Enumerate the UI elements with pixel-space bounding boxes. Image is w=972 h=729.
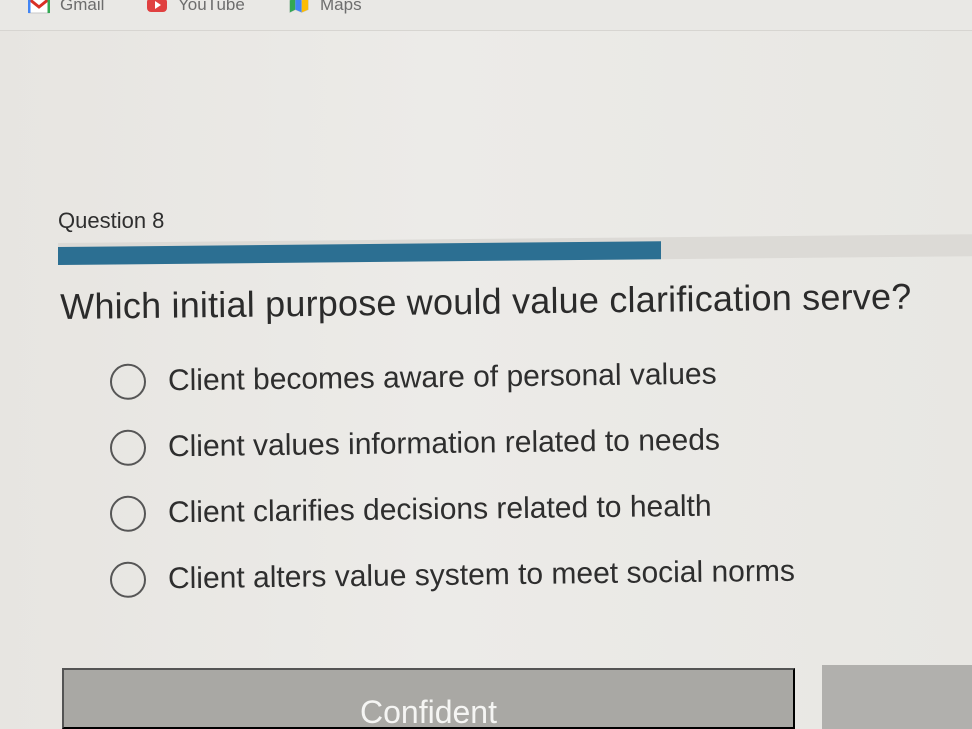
bookmark-maps[interactable]: Maps bbox=[288, 0, 362, 15]
answer-option-label-4: Client alters value system to meet socia… bbox=[167, 554, 796, 596]
answer-options: Client becomes aware of personal values … bbox=[109, 351, 870, 612]
bookmark-gmail-label: Gmail bbox=[60, 0, 105, 14]
answer-option-label-2: Client values information related to nee… bbox=[167, 423, 721, 464]
bookmark-gmail[interactable]: Gmail bbox=[28, 0, 104, 15]
question-number: Question 8 bbox=[58, 208, 165, 233]
bookmark-youtube-label: YouTube bbox=[178, 0, 245, 14]
radio-button-2[interactable] bbox=[109, 429, 147, 466]
answer-option-2[interactable]: Client values information related to nee… bbox=[109, 417, 721, 472]
answer-option-3[interactable]: Client clarifies decisions related to he… bbox=[109, 483, 712, 538]
bookmarks-divider bbox=[0, 30, 972, 31]
confident-button[interactable]: Confident bbox=[62, 668, 795, 729]
progress-bar bbox=[58, 234, 972, 265]
bookmark-maps-label: Maps bbox=[320, 0, 362, 14]
answer-option-1[interactable]: Client becomes aware of personal values bbox=[109, 351, 717, 406]
quiz-page: Gmail YouTube Maps Question 8 Which init… bbox=[0, 0, 972, 729]
radio-button-4[interactable] bbox=[109, 561, 147, 598]
answer-option-label-3: Client clarifies decisions related to he… bbox=[167, 489, 712, 530]
gmail-icon bbox=[28, 0, 50, 14]
youtube-icon bbox=[146, 0, 168, 14]
answer-option-4[interactable]: Client alters value system to meet socia… bbox=[109, 548, 796, 604]
radio-button-1[interactable] bbox=[109, 363, 147, 400]
progress-bar-fill bbox=[58, 241, 662, 265]
question-text: Which initial purpose would value clarif… bbox=[60, 275, 912, 327]
radio-button-3[interactable] bbox=[109, 495, 147, 532]
bookmark-youtube[interactable]: YouTube bbox=[146, 0, 245, 15]
bookmarks-bar: Gmail YouTube Maps bbox=[0, 0, 972, 31]
maps-icon bbox=[288, 0, 310, 14]
secondary-button[interactable] bbox=[822, 665, 972, 729]
answer-option-label-1: Client becomes aware of personal values bbox=[167, 357, 717, 398]
